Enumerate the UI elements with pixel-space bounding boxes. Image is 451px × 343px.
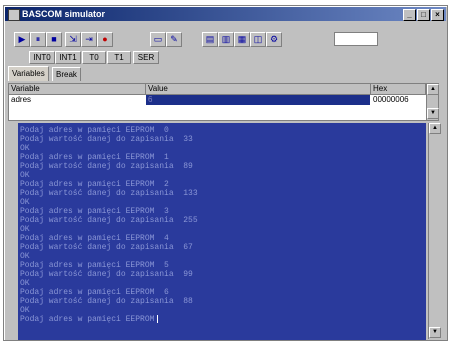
monitor-icon[interactable]: ▭	[150, 32, 166, 47]
column-header-value[interactable]: Value	[146, 84, 371, 95]
variables-grid: Variable Value Hex adres 6 00000006 ▲ ▼	[8, 83, 439, 121]
scroll-down-icon[interactable]: ▼	[429, 327, 441, 338]
app-icon	[8, 9, 20, 21]
title-bar[interactable]: BASCOM simulator _ □ ×	[5, 7, 446, 21]
terminal-scrollbar[interactable]: ▲ ▼	[428, 123, 441, 339]
terminal-line: OK	[20, 252, 30, 261]
terminal-line: OK	[20, 198, 30, 207]
simulator-window: BASCOM simulator _ □ × ▶ ⏸ ■ ⇲ ⇥ ● ▭ ✎ ▤…	[3, 5, 448, 341]
terminal-line: Podaj adres w pamięci EEPROM 2	[20, 180, 169, 189]
terminal-line: Podaj wartość danej do zapisania 89	[20, 162, 193, 171]
t1-button[interactable]: T1	[107, 51, 131, 64]
scroll-down-icon[interactable]: ▼	[427, 108, 439, 119]
pause-icon[interactable]: ⏸	[30, 32, 46, 47]
settings-icon[interactable]: ⚙	[266, 32, 282, 47]
terminal-line: OK	[20, 279, 30, 288]
terminal-line: Podaj wartość danej do zapisania 99	[20, 270, 193, 279]
cell-value[interactable]: 6	[146, 95, 370, 105]
scroll-up-icon[interactable]: ▲	[427, 84, 439, 95]
terminal-line: Podaj wartość danej do zapisania 255	[20, 216, 198, 225]
lcd-icon[interactable]: ▤	[202, 32, 218, 47]
run-icon[interactable]: ▶	[14, 32, 30, 47]
terminal-line: OK	[20, 171, 30, 180]
breakpoint-icon[interactable]: ●	[97, 32, 113, 47]
terminal-output[interactable]: Podaj adres w pamięci EEPROM 0 Podaj war…	[18, 123, 426, 340]
port-icon[interactable]: ◫	[250, 32, 266, 47]
step-over-icon[interactable]: ⇥	[81, 32, 97, 47]
terminal-line: Podaj adres w pamięci EEPROM	[20, 315, 155, 325]
close-button[interactable]: ×	[431, 9, 444, 21]
terminal-icon[interactable]: ▥	[218, 32, 234, 47]
ser-button[interactable]: SER	[133, 51, 159, 64]
terminal-line: Podaj wartość danej do zapisania 67	[20, 243, 193, 252]
text-cursor	[157, 315, 159, 323]
tab-variables[interactable]: Variables	[8, 66, 49, 81]
cell-variable[interactable]: adres	[9, 95, 145, 105]
column-header-variable[interactable]: Variable	[9, 84, 146, 95]
tab-break[interactable]: Break	[52, 67, 81, 81]
terminal-line: OK	[20, 306, 30, 315]
terminal-line: OK	[20, 144, 30, 153]
toolbar: ▶ ⏸ ■ ⇲ ⇥ ● ▭ ✎ ▤ ▥ ▦ ◫ ⚙ INT0 INT1 T0 T…	[5, 22, 446, 64]
window-controls: _ □ ×	[403, 9, 444, 21]
terminal-line: Podaj adres w pamięci EEPROM 6	[20, 288, 169, 297]
cell-hex[interactable]: 00000006	[371, 95, 425, 105]
stop-icon[interactable]: ■	[46, 32, 62, 47]
int1-button[interactable]: INT1	[55, 51, 81, 64]
terminal-line: Podaj adres w pamięci EEPROM 1	[20, 153, 169, 162]
pencil-icon[interactable]: ✎	[166, 32, 182, 47]
terminal-line: Podaj wartość danej do zapisania 133	[20, 189, 198, 198]
int0-button[interactable]: INT0	[29, 51, 55, 64]
terminal-line: OK	[20, 225, 30, 234]
scroll-up-icon[interactable]: ▲	[429, 123, 441, 134]
terminal-line: Podaj adres w pamięci EEPROM 4	[20, 234, 169, 243]
terminal-line: Podaj adres w pamięci EEPROM 3	[20, 207, 169, 216]
terminal-line: Podaj adres w pamięci EEPROM 0	[20, 126, 169, 135]
terminal-prompt-line: Podaj adres w pamięci EEPROM	[20, 315, 159, 325]
terminal-line: Podaj wartość danej do zapisania 33	[20, 135, 193, 144]
memory-icon[interactable]: ▦	[234, 32, 250, 47]
toolbar-input[interactable]	[334, 32, 378, 46]
window-title: BASCOM simulator	[22, 9, 106, 19]
minimize-button[interactable]: _	[403, 9, 416, 21]
grid-scrollbar[interactable]: ▲ ▼	[426, 84, 439, 120]
t0-button[interactable]: T0	[82, 51, 106, 64]
terminal-line: Podaj adres w pamięci EEPROM 5	[20, 261, 169, 270]
terminal-line: Podaj wartość danej do zapisania 88	[20, 297, 193, 306]
step-into-icon[interactable]: ⇲	[65, 32, 81, 47]
column-header-hex[interactable]: Hex	[371, 84, 426, 95]
maximize-button[interactable]: □	[417, 9, 430, 21]
